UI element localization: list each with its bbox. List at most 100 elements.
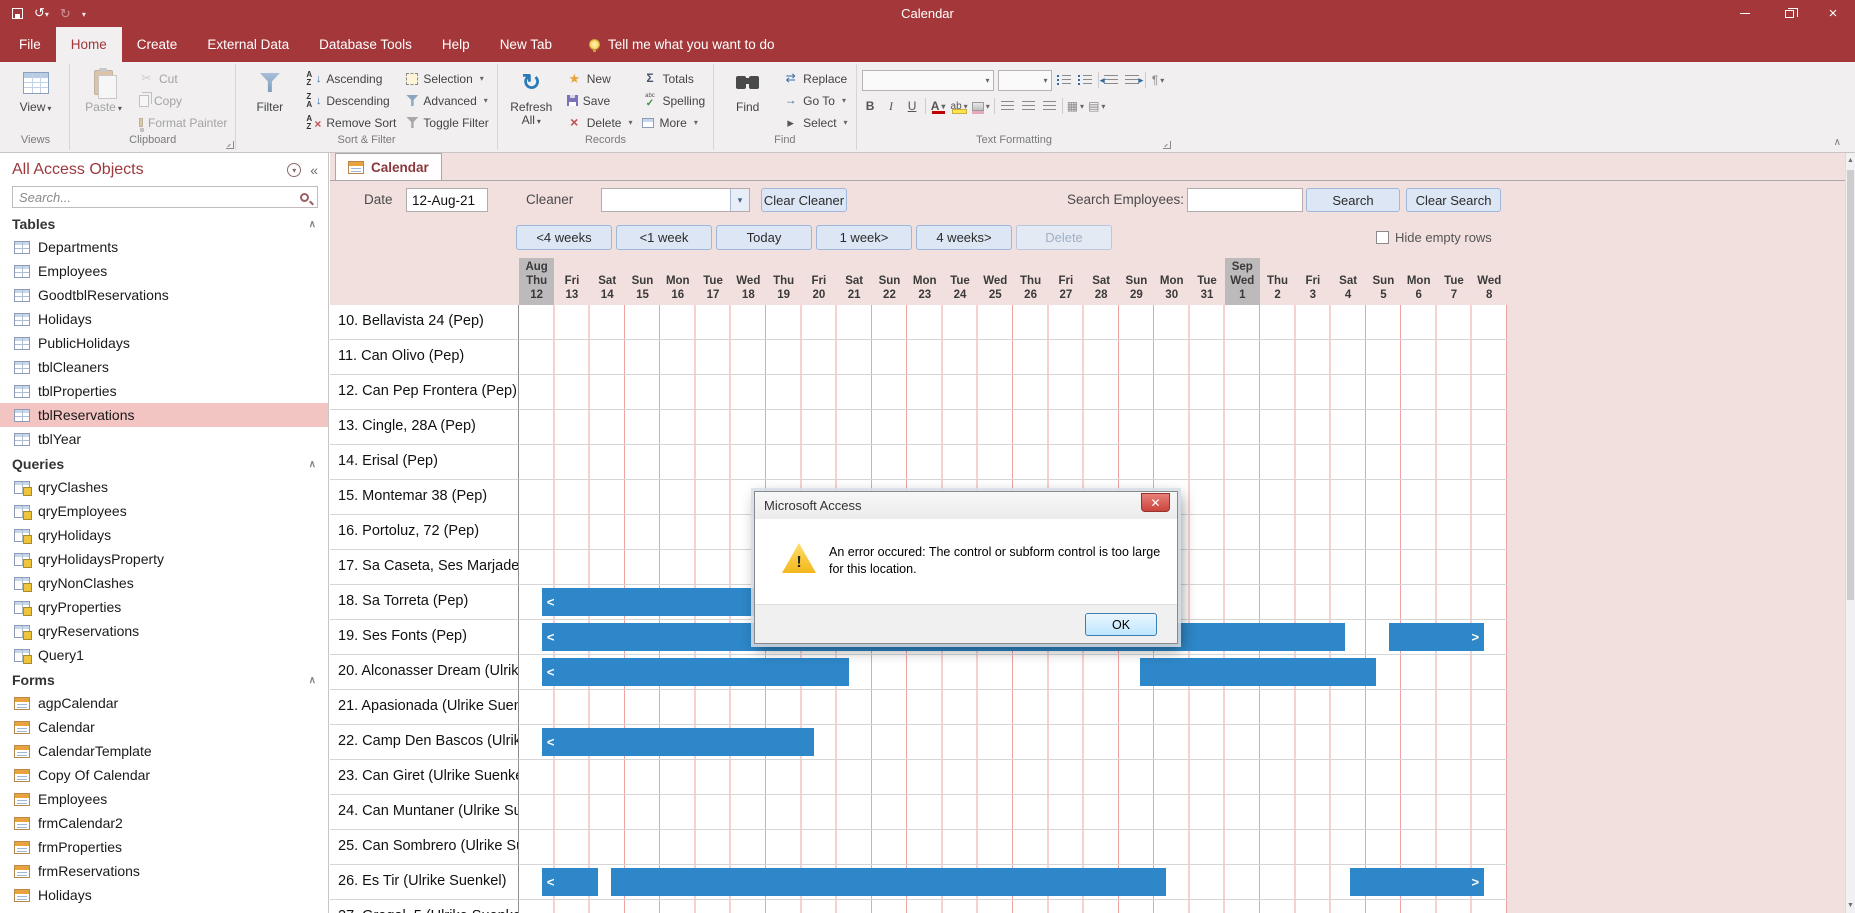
nav-item-qryemployees[interactable]: qryEmployees — [0, 499, 328, 523]
nav-item-tblyear[interactable]: tblYear — [0, 427, 328, 451]
align-center-button[interactable] — [1020, 97, 1037, 115]
nav-item-publicholidays[interactable]: PublicHolidays — [0, 907, 328, 913]
tab-database-tools[interactable]: Database Tools — [304, 27, 427, 62]
property-label[interactable]: 17. Sa Caseta, Ses Marjades (Pep) — [330, 550, 519, 585]
alternate-row-color-button[interactable]: ▤▾ — [1088, 97, 1105, 115]
checkbox-icon[interactable] — [1376, 231, 1389, 244]
search-employees-input[interactable] — [1187, 188, 1303, 212]
property-label[interactable]: 21. Apasionada (Ulrike Suenkel) — [330, 690, 519, 725]
nav-item-frmproperties[interactable]: frmProperties — [0, 835, 328, 859]
text-direction-button[interactable]: ¶▾ — [1150, 71, 1167, 89]
copy-button[interactable]: Copy — [136, 90, 230, 111]
reservation-bar[interactable]: < — [542, 728, 814, 756]
nav-item-frmreservations[interactable]: frmReservations — [0, 859, 328, 883]
nav-button-1-week-[interactable]: 1 week> — [816, 225, 912, 250]
nav-button-4-weeks-[interactable]: 4 weeks> — [916, 225, 1012, 250]
new-record-button[interactable]: ★New — [564, 68, 636, 89]
nav-item-tblproperties[interactable]: tblProperties — [0, 379, 328, 403]
selection-button[interactable]: Selection▾ — [403, 68, 491, 89]
font-color-button[interactable]: A▾ — [930, 97, 947, 115]
tab-external-data[interactable]: External Data — [192, 27, 304, 62]
totals-button[interactable]: ΣTotals — [639, 68, 708, 89]
nav-item-qryproperties[interactable]: qryProperties — [0, 595, 328, 619]
font-family-select[interactable]: ▾ — [862, 70, 994, 91]
select-button[interactable]: ▸Select▾ — [780, 112, 850, 133]
refresh-all-button[interactable]: ↻ Refresh All▾ — [503, 65, 560, 134]
nav-button-delete[interactable]: Delete — [1016, 225, 1112, 250]
property-label[interactable]: 14. Erisal (Pep) — [330, 445, 519, 480]
nav-button--4-weeks[interactable]: <4 weeks — [516, 225, 612, 250]
cut-button[interactable]: ✂Cut — [136, 68, 230, 89]
property-label[interactable]: 26. Es Tir (Ulrike Suenkel) — [330, 865, 519, 900]
align-right-button[interactable] — [1041, 97, 1058, 115]
dialog-close-button[interactable]: ✕ — [1141, 493, 1170, 512]
reservation-bar[interactable] — [1140, 658, 1376, 686]
highlight-color-button[interactable]: ab▾ — [951, 97, 968, 115]
format-painter-button[interactable]: Format Painter — [136, 112, 230, 133]
nav-button--1-week[interactable]: <1 week — [616, 225, 712, 250]
nav-item-frmcalendar2[interactable]: frmCalendar2 — [0, 811, 328, 835]
redo-button[interactable]: ↻ — [60, 0, 71, 27]
row-grid[interactable] — [519, 340, 1507, 375]
nav-item-query1[interactable]: Query1 — [0, 643, 328, 667]
nav-item-employees[interactable]: Employees — [0, 259, 328, 283]
property-label[interactable]: 27. Gregal, 5 (Ulrike Suenkel) — [330, 900, 519, 913]
nav-item-holidays[interactable]: Holidays — [0, 883, 328, 907]
property-label[interactable]: 19. Ses Fonts (Pep) — [330, 620, 519, 655]
tab-home[interactable]: Home — [56, 27, 122, 62]
search-button[interactable]: Search — [1306, 188, 1400, 212]
property-label[interactable]: 10. Bellavista 24 (Pep) — [330, 305, 519, 340]
nav-button-today[interactable]: Today — [716, 225, 812, 250]
gridlines-button[interactable]: ▦▾ — [1067, 97, 1084, 115]
dialog-launcher-icon[interactable] — [1163, 141, 1171, 149]
nav-item-qryclashes[interactable]: qryClashes — [0, 475, 328, 499]
nav-item-publicholidays[interactable]: PublicHolidays — [0, 331, 328, 355]
paste-button[interactable]: Paste▾ — [75, 65, 132, 134]
nav-item-goodtblreservations[interactable]: GoodtblReservations — [0, 283, 328, 307]
filter-button[interactable]: Filter — [241, 65, 298, 134]
nav-item-tblcleaners[interactable]: tblCleaners — [0, 355, 328, 379]
row-grid[interactable] — [519, 690, 1507, 725]
row-grid[interactable] — [519, 375, 1507, 410]
align-left-button[interactable] — [999, 97, 1016, 115]
ascending-button[interactable]: AZ↓Ascending — [302, 68, 399, 89]
property-label[interactable]: 12. Can Pep Frontera (Pep) — [330, 375, 519, 410]
nav-item-qryholidaysproperty[interactable]: qryHolidaysProperty — [0, 547, 328, 571]
shutter-bar-close-button[interactable]: « — [310, 162, 318, 178]
row-grid[interactable] — [519, 760, 1507, 795]
save-record-button[interactable]: Save — [564, 90, 636, 111]
row-grid[interactable] — [519, 445, 1507, 480]
nav-item-employees[interactable]: Employees — [0, 787, 328, 811]
nav-pane-menu-icon[interactable]: ▾ — [287, 163, 301, 177]
more-button[interactable]: More▾ — [639, 112, 708, 133]
nav-item-qryholidays[interactable]: qryHolidays — [0, 523, 328, 547]
property-label[interactable]: 18. Sa Torreta (Pep) — [330, 585, 519, 620]
find-button[interactable]: Find — [719, 65, 776, 134]
property-label[interactable]: 24. Can Muntaner (Ulrike Suenkel) — [330, 795, 519, 830]
nav-section-header-tables[interactable]: Tables∧ — [0, 213, 328, 235]
nav-search-input[interactable] — [13, 190, 300, 205]
reservation-bar[interactable] — [611, 868, 1167, 896]
bold-button[interactable]: B — [862, 97, 879, 115]
font-size-select[interactable]: ▾ — [998, 70, 1052, 91]
chevron-down-icon[interactable]: ▾ — [730, 189, 749, 211]
remove-sort-button[interactable]: AZ×Remove Sort — [302, 112, 399, 133]
numbering-button[interactable] — [1077, 71, 1094, 89]
descending-button[interactable]: ZA↓Descending — [302, 90, 399, 111]
replace-button[interactable]: ⇄Replace — [780, 68, 850, 89]
nav-item-departments[interactable]: Departments — [0, 235, 328, 259]
view-button[interactable]: View▾ — [7, 65, 64, 134]
property-label[interactable]: 13. Cingle, 28A (Pep) — [330, 410, 519, 445]
row-grid[interactable] — [519, 410, 1507, 445]
nav-item-qrynonclashes[interactable]: qryNonClashes — [0, 571, 328, 595]
minimize-button[interactable] — [1723, 0, 1767, 27]
date-input[interactable] — [406, 188, 488, 212]
reservation-bar[interactable]: > — [1389, 623, 1484, 651]
tab-file[interactable]: File — [4, 27, 56, 62]
property-label[interactable]: 11. Can Olivo (Pep) — [330, 340, 519, 375]
nav-item-agpcalendar[interactable]: agpCalendar — [0, 691, 328, 715]
nav-item-tblreservations[interactable]: tblReservations — [0, 403, 328, 427]
increase-indent-button[interactable]: ▸ — [1124, 71, 1141, 89]
hide-empty-rows-checkbox[interactable]: Hide empty rows — [1376, 230, 1492, 245]
ok-button[interactable]: OK — [1085, 613, 1157, 636]
